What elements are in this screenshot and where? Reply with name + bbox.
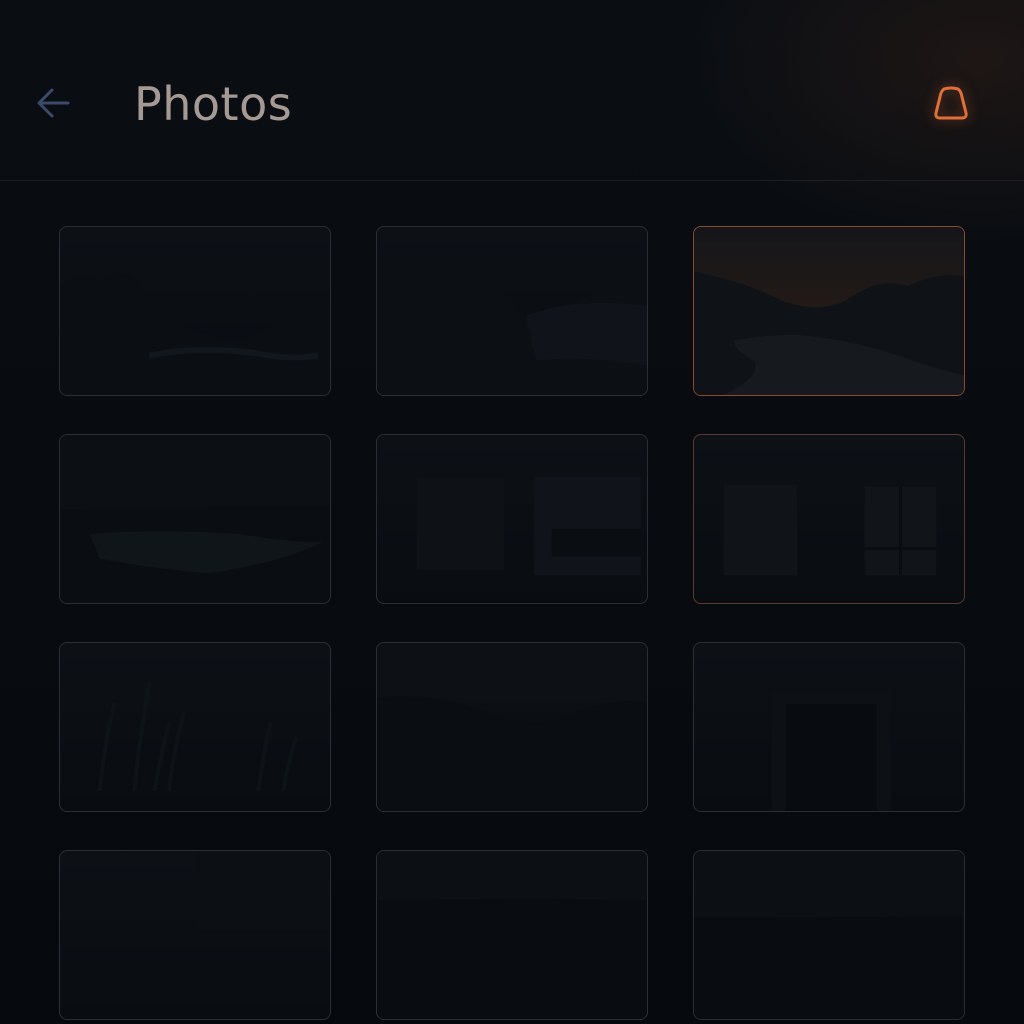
photo-thumbnail[interactable]	[376, 642, 648, 812]
back-button[interactable]	[30, 80, 76, 126]
photo-image	[694, 227, 964, 395]
photo-image	[196, 851, 330, 931]
photo-thumbnail[interactable]	[376, 850, 648, 1020]
app-header: Photos	[0, 0, 1024, 181]
photo-grid	[59, 226, 965, 1020]
photo-image	[723, 484, 937, 576]
photo-thumbnail[interactable]	[693, 850, 965, 1020]
arrow-left-icon	[34, 84, 72, 122]
photo-thumbnail[interactable]	[59, 226, 331, 396]
photo-image	[771, 690, 891, 811]
photo-image	[60, 272, 330, 395]
photo-thumbnail[interactable]	[693, 434, 965, 604]
photo-thumbnail[interactable]	[693, 642, 965, 812]
photo-image	[97, 682, 299, 792]
photo-image	[377, 259, 647, 395]
photo-thumbnail[interactable]	[693, 226, 965, 396]
page-title: Photos	[134, 77, 293, 131]
photo-thumbnail[interactable]	[376, 226, 648, 396]
photo-thumbnail[interactable]	[59, 434, 331, 604]
photo-image	[60, 435, 330, 603]
photo-image	[377, 643, 647, 811]
photo-image	[694, 851, 964, 1019]
photo-thumbnail[interactable]	[376, 434, 648, 604]
photo-image	[377, 851, 647, 1019]
photo-image	[416, 476, 642, 576]
bell-outline-icon	[931, 83, 971, 123]
notifications-button[interactable]	[926, 80, 976, 126]
photo-thumbnail[interactable]	[59, 850, 331, 1020]
photo-thumbnail[interactable]	[59, 642, 331, 812]
photos-screen: Photos	[0, 0, 1024, 1024]
